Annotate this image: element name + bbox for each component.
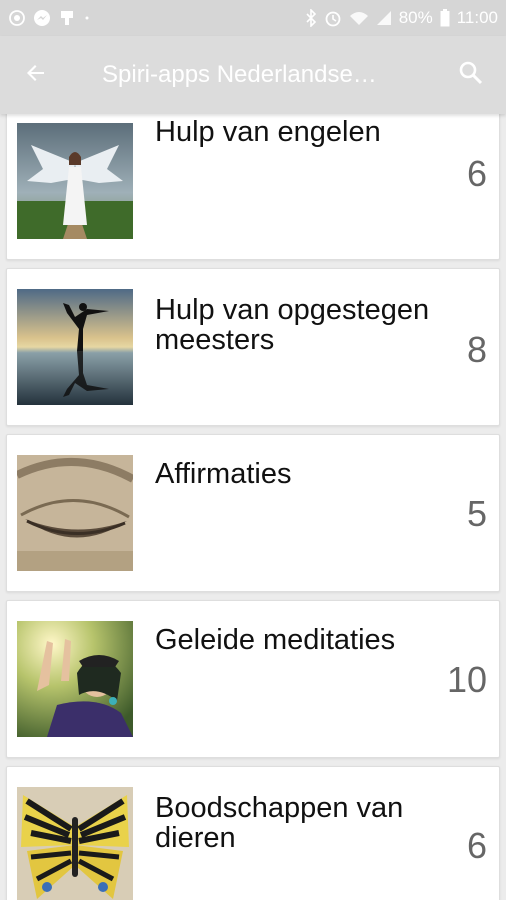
battery-percent: 80% xyxy=(398,8,433,27)
alarm-icon xyxy=(324,9,342,27)
search-icon xyxy=(458,60,484,91)
page-title: Spiri-apps Nederlandse… xyxy=(102,61,377,88)
category-title: Hulp van engelen xyxy=(155,116,381,148)
category-list: Hulp van engelen 6 Hulp van opgestegen m… xyxy=(0,114,506,900)
wifi-icon xyxy=(349,10,369,26)
usb-icon xyxy=(58,9,76,27)
bluetooth-icon xyxy=(305,9,317,27)
angel-photo xyxy=(17,123,133,239)
item-count: 5 xyxy=(466,493,487,534)
category-title: Hulp van opgestegen meesters xyxy=(155,294,430,356)
list-item[interactable]: Hulp van opgestegen meesters 8 xyxy=(6,268,500,426)
woman-meditating-photo xyxy=(17,621,133,737)
app-bar: Spiri-apps Nederlandse… xyxy=(0,36,506,114)
list-item[interactable]: Hulp van engelen 6 xyxy=(6,114,500,260)
dot-icon xyxy=(83,14,91,22)
item-count: 10 xyxy=(446,659,487,700)
battery-icon xyxy=(440,9,450,27)
status-left-icons xyxy=(8,9,91,27)
status-bar: 80% 11:00 xyxy=(0,0,506,36)
closed-eye-photo xyxy=(17,455,133,571)
camera-icon xyxy=(8,9,26,27)
item-count: 8 xyxy=(466,329,487,370)
arrow-left-icon xyxy=(24,61,48,90)
list-item[interactable]: Boodschappen van dieren 6 xyxy=(6,766,500,900)
list-item[interactable]: Geleide meditaties 10 xyxy=(6,600,500,758)
category-title: Geleide meditaties xyxy=(155,624,396,656)
item-count: 6 xyxy=(466,153,487,194)
search-button[interactable] xyxy=(436,36,506,114)
butterfly-photo xyxy=(17,787,133,900)
back-button[interactable] xyxy=(0,36,72,114)
category-title: Affirmaties xyxy=(155,458,292,490)
list-item[interactable]: Affirmaties 5 xyxy=(6,434,500,592)
signal-icon xyxy=(376,10,392,26)
yoga-silhouette-photo xyxy=(17,289,133,405)
messenger-icon xyxy=(33,9,51,27)
category-title: Boodschappen van dieren xyxy=(155,792,404,854)
item-count: 6 xyxy=(466,825,487,866)
status-right-icons: 80% 11:00 xyxy=(305,8,498,28)
clock: 11:00 xyxy=(456,8,498,27)
